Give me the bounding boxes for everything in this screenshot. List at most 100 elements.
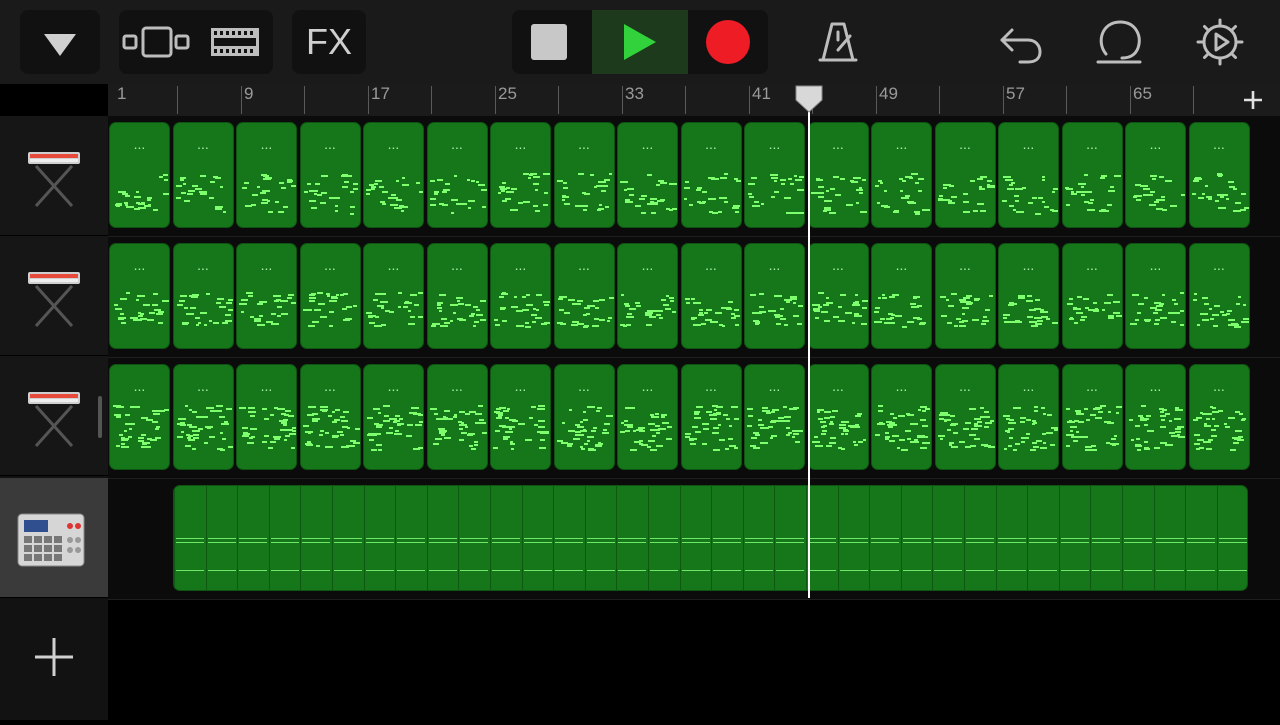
midi-region[interactable]: ... <box>363 364 424 470</box>
playhead-handle[interactable] <box>794 84 824 119</box>
midi-region[interactable]: ... <box>1125 364 1186 470</box>
midi-note <box>560 441 564 444</box>
record-button[interactable] <box>690 10 768 74</box>
tracks-area[interactable]: ........................................… <box>108 116 1280 600</box>
timeline-ruler[interactable]: 1 9 17 25 33 41 49 57 65 <box>108 84 1280 116</box>
drum-hit <box>365 542 394 543</box>
midi-region[interactable]: ... <box>871 364 932 470</box>
midi-note <box>626 425 634 428</box>
midi-region[interactable]: ... <box>236 122 297 228</box>
track-header-keyboard-1[interactable] <box>0 116 108 236</box>
track-lane[interactable]: ........................................… <box>108 358 1280 479</box>
fx-button[interactable]: FX <box>292 10 366 74</box>
midi-region[interactable]: ... <box>617 364 678 470</box>
midi-region[interactable]: ... <box>553 243 615 349</box>
midi-region[interactable]: ... <box>680 122 742 228</box>
midi-region[interactable]: ... <box>934 243 996 349</box>
midi-region[interactable]: ... <box>934 122 996 228</box>
midi-region[interactable]: ... <box>807 243 869 349</box>
midi-note <box>733 447 738 450</box>
loop-browser-button[interactable] <box>197 10 273 74</box>
midi-region[interactable]: ... <box>172 243 234 349</box>
midi-region[interactable]: ... <box>553 364 615 470</box>
midi-note <box>1136 311 1141 314</box>
resize-handle[interactable] <box>98 396 102 438</box>
midi-region[interactable]: ... <box>299 364 361 470</box>
midi-region[interactable]: ... <box>299 122 361 228</box>
midi-region[interactable]: ... <box>490 364 551 470</box>
midi-region[interactable]: ... <box>744 364 805 470</box>
midi-note <box>415 424 422 427</box>
midi-region[interactable]: ... <box>426 122 488 228</box>
midi-region[interactable]: ... <box>1061 122 1123 228</box>
midi-region[interactable]: ... <box>1125 243 1186 349</box>
midi-note <box>214 207 223 210</box>
midi-region[interactable]: ... <box>1061 243 1123 349</box>
midi-region[interactable]: ... <box>680 243 742 349</box>
midi-region[interactable]: ... <box>109 243 170 349</box>
midi-region[interactable]: ... <box>1188 364 1250 470</box>
midi-note <box>418 316 423 319</box>
midi-region[interactable]: ... <box>426 364 488 470</box>
track-lane[interactable]: ........................................… <box>108 116 1280 237</box>
midi-region[interactable]: ... <box>807 122 869 228</box>
midi-region[interactable]: ... <box>617 122 678 228</box>
midi-note <box>397 292 402 295</box>
metronome-button[interactable] <box>806 10 870 74</box>
midi-region[interactable]: ... <box>680 364 742 470</box>
midi-region[interactable]: ... <box>490 122 551 228</box>
midi-region[interactable]: ... <box>172 364 234 470</box>
midi-region[interactable]: ... <box>236 364 297 470</box>
midi-region[interactable]: ... <box>236 243 297 349</box>
metronome-icon <box>818 22 858 62</box>
midi-note <box>594 318 599 321</box>
midi-region[interactable]: ... <box>934 364 996 470</box>
midi-note <box>459 439 464 442</box>
add-track-button[interactable] <box>0 600 108 720</box>
stop-button[interactable] <box>512 10 590 74</box>
midi-region[interactable]: ... <box>744 243 805 349</box>
settings-button[interactable] <box>1188 10 1252 74</box>
midi-region[interactable]: ... <box>871 243 932 349</box>
midi-region[interactable]: ... <box>998 243 1059 349</box>
midi-region[interactable]: ... <box>299 243 361 349</box>
midi-region[interactable]: ... <box>998 122 1059 228</box>
midi-region[interactable]: ... <box>807 364 869 470</box>
midi-note <box>796 189 804 192</box>
track-header-keyboard-2[interactable] <box>0 236 108 356</box>
midi-region[interactable]: ... <box>871 122 932 228</box>
tracks-view-button[interactable] <box>119 10 195 74</box>
midi-region[interactable]: ... <box>998 364 1059 470</box>
midi-region[interactable]: ... <box>1188 243 1250 349</box>
undo-button[interactable] <box>990 10 1054 74</box>
midi-region[interactable]: ... <box>744 122 805 228</box>
midi-region[interactable]: ... <box>109 364 170 470</box>
midi-region[interactable]: ... <box>1188 122 1250 228</box>
midi-note <box>205 292 211 295</box>
midi-region[interactable]: ... <box>553 122 615 228</box>
midi-note <box>901 448 909 451</box>
track-lane[interactable]: ........................................… <box>108 237 1280 358</box>
midi-note <box>431 322 440 325</box>
play-button[interactable] <box>592 10 688 74</box>
midi-region[interactable]: ... <box>426 243 488 349</box>
midi-region[interactable]: ... <box>363 243 424 349</box>
track-lane[interactable] <box>108 479 1280 600</box>
loop-button[interactable] <box>1088 10 1152 74</box>
add-section-button[interactable] <box>1236 86 1270 114</box>
midi-note <box>1015 188 1023 191</box>
midi-region[interactable]: ... <box>490 243 551 349</box>
midi-region[interactable]: ... <box>363 122 424 228</box>
midi-region[interactable]: ... <box>109 122 170 228</box>
midi-note <box>315 183 321 186</box>
midi-region[interactable]: ... <box>1061 364 1123 470</box>
midi-note <box>1232 188 1238 191</box>
midi-region[interactable]: ... <box>172 122 234 228</box>
track-header-drum-machine[interactable] <box>0 478 108 598</box>
drum-region[interactable] <box>173 485 1248 591</box>
midi-region[interactable]: ... <box>1125 122 1186 228</box>
browser-button[interactable] <box>20 10 100 74</box>
midi-note <box>747 425 753 428</box>
midi-region[interactable]: ... <box>617 243 678 349</box>
track-header-keyboard-3[interactable] <box>0 356 108 476</box>
